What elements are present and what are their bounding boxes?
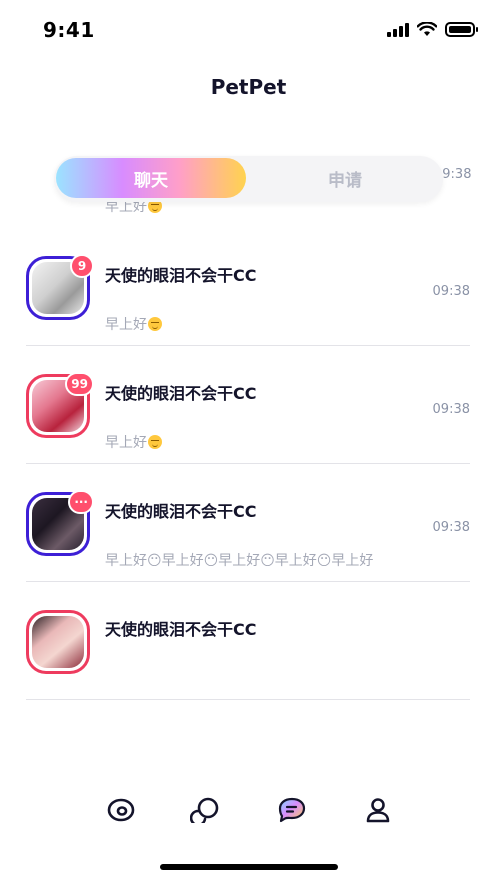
contact-name: 天使的眼泪不会干CC xyxy=(105,266,257,285)
avatar: 9 xyxy=(26,254,94,320)
contact-name: 天使的眼泪不会干CC xyxy=(105,384,257,403)
message-row[interactable]: 99 天使的眼泪不会干CC 09:38 早上好 xyxy=(26,346,470,464)
smile-emoji-icon xyxy=(148,317,162,331)
wifi-icon xyxy=(417,22,437,36)
avatar-frame xyxy=(26,610,90,674)
profile-icon xyxy=(366,798,390,823)
contact-name: 天使的眼泪不会干CC xyxy=(105,620,257,639)
tab-moments[interactable] xyxy=(185,790,225,830)
chat-icon xyxy=(278,797,306,823)
smile-emoji-icon xyxy=(148,435,162,449)
message-preview: 早上好😶早上好😶早上好😶早上好😶早上好 xyxy=(105,553,374,569)
message-row[interactable]: ··· 天使的眼泪不会干CC 09:38 早上好😶早上好😶早上好😶早上好😶早上好 xyxy=(26,464,470,582)
eye-icon xyxy=(107,798,135,822)
tab-discover[interactable] xyxy=(101,790,141,830)
avatar-image xyxy=(32,616,84,668)
unread-badge: ··· xyxy=(68,490,94,514)
status-bar: 9:41 xyxy=(0,0,497,60)
tab-requests[interactable]: 申请 xyxy=(250,158,440,198)
message-preview: 早上好 xyxy=(105,432,163,452)
avatar xyxy=(26,610,90,674)
status-icons xyxy=(387,22,478,37)
status-time: 9:41 xyxy=(43,18,95,42)
unread-badge: 9 xyxy=(70,254,94,278)
signal-icon xyxy=(387,22,409,37)
avatar: 99 xyxy=(26,372,94,438)
tab-messages[interactable] xyxy=(272,790,312,830)
bottom-tab-bar xyxy=(0,780,497,836)
battery-icon xyxy=(445,22,478,37)
contact-name: 天使的眼泪不会干CC xyxy=(105,502,257,521)
message-time: 09:38 xyxy=(432,520,470,535)
message-time: 09:38 xyxy=(432,284,470,299)
message-time: 09:38 xyxy=(432,402,470,417)
tab-profile[interactable] xyxy=(358,790,398,830)
page-title: PetPet xyxy=(210,75,287,99)
message-row[interactable]: 9 天使的眼泪不会干CC 09:38 早上好 xyxy=(26,228,470,346)
chat-request-segment: 聊天 申请 xyxy=(54,156,443,202)
tab-chat[interactable]: 聊天 xyxy=(56,158,246,198)
message-preview: 早上好 xyxy=(105,314,163,334)
avatar: ··· xyxy=(26,490,94,556)
message-row[interactable]: 天使的眼泪不会干CC xyxy=(26,582,470,700)
unread-badge: 99 xyxy=(65,372,94,396)
bubbles-icon xyxy=(190,797,219,823)
home-indicator[interactable] xyxy=(160,864,338,870)
